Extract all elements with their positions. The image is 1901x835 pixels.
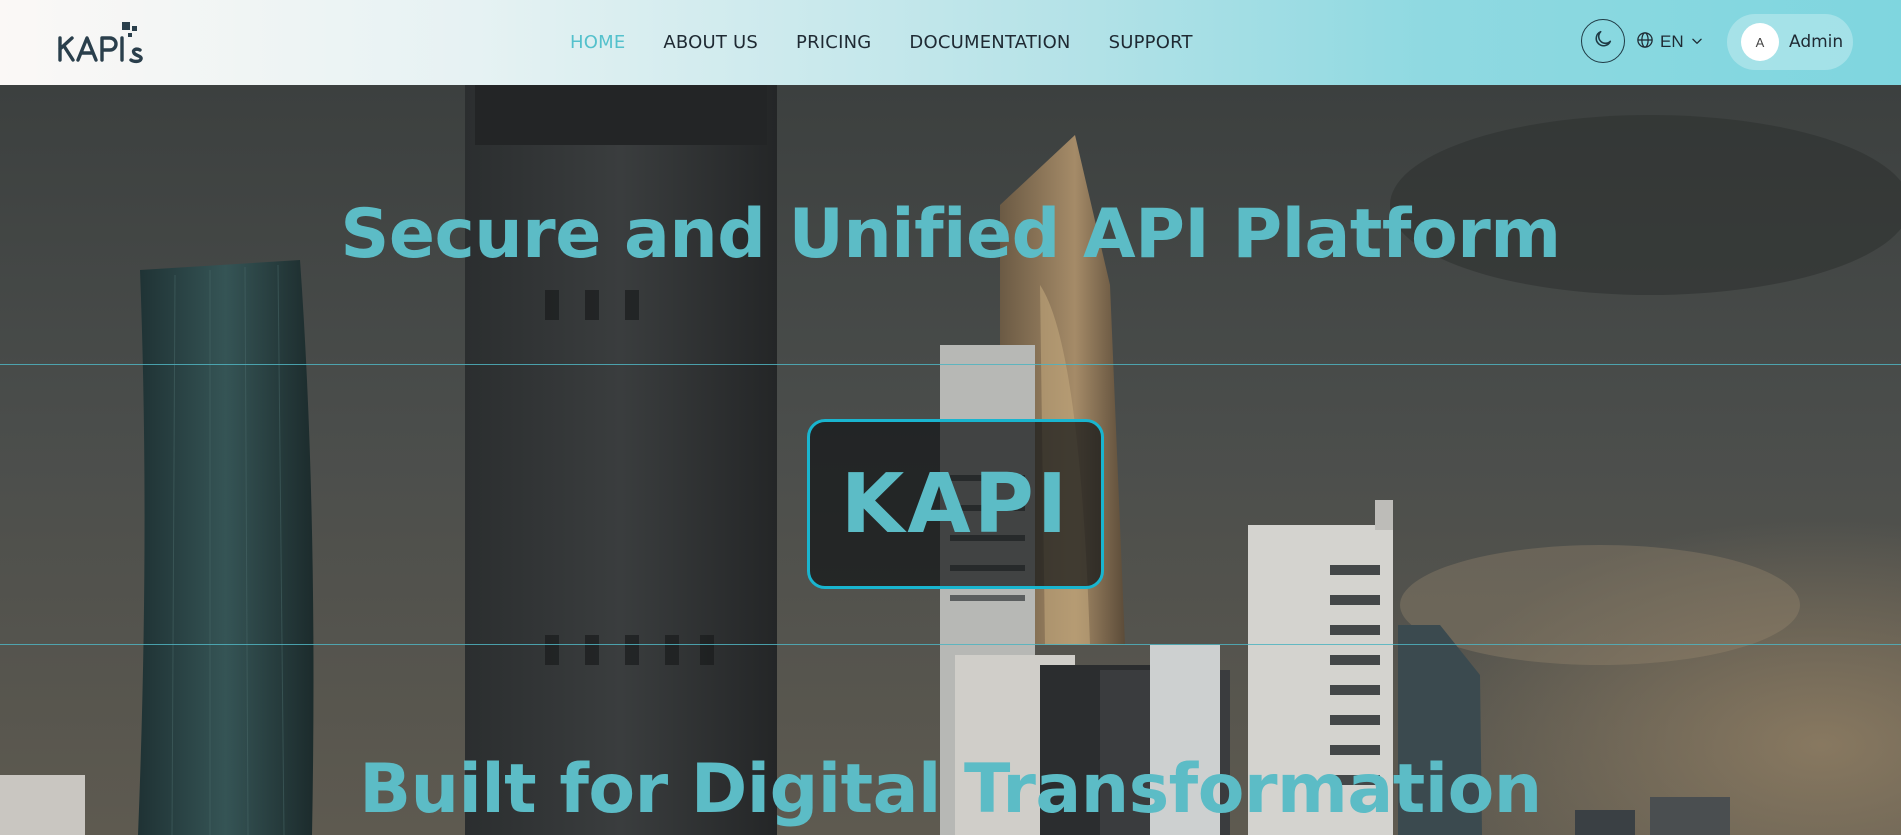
hero-section: Secure and Unified API Platform KAPI Bui… <box>0 85 1901 835</box>
chevron-down-icon <box>1690 33 1704 52</box>
language-selector[interactable]: EN <box>1636 28 1704 56</box>
top-navbar: HOME ABOUT US PRICING DOCUMENTATION SUPP… <box>0 0 1901 85</box>
kapi-badge: KAPI <box>807 419 1104 589</box>
hero-subtitle: Built for Digital Transformation <box>359 750 1542 829</box>
theme-toggle-button[interactable] <box>1581 19 1625 63</box>
globe-icon <box>1636 31 1654 53</box>
user-name: Admin <box>1789 32 1844 52</box>
language-label: EN <box>1660 32 1684 51</box>
hero-title: Secure and Unified API Platform <box>340 195 1561 274</box>
kapi-badge-text: KAPI <box>840 456 1071 552</box>
kapis-logo[interactable] <box>56 20 182 66</box>
nav-documentation[interactable]: DOCUMENTATION <box>909 32 1070 53</box>
main-nav: HOME ABOUT US PRICING DOCUMENTATION SUPP… <box>570 0 1193 85</box>
user-menu[interactable]: A Admin <box>1727 14 1853 70</box>
nav-support[interactable]: SUPPORT <box>1109 32 1193 53</box>
avatar: A <box>1741 23 1779 61</box>
divider-line-top <box>0 364 1901 365</box>
nav-pricing[interactable]: PRICING <box>796 32 871 53</box>
divider-line-bottom <box>0 644 1901 645</box>
nav-home[interactable]: HOME <box>570 32 625 53</box>
moon-icon <box>1592 28 1614 54</box>
nav-about-us[interactable]: ABOUT US <box>663 32 758 53</box>
